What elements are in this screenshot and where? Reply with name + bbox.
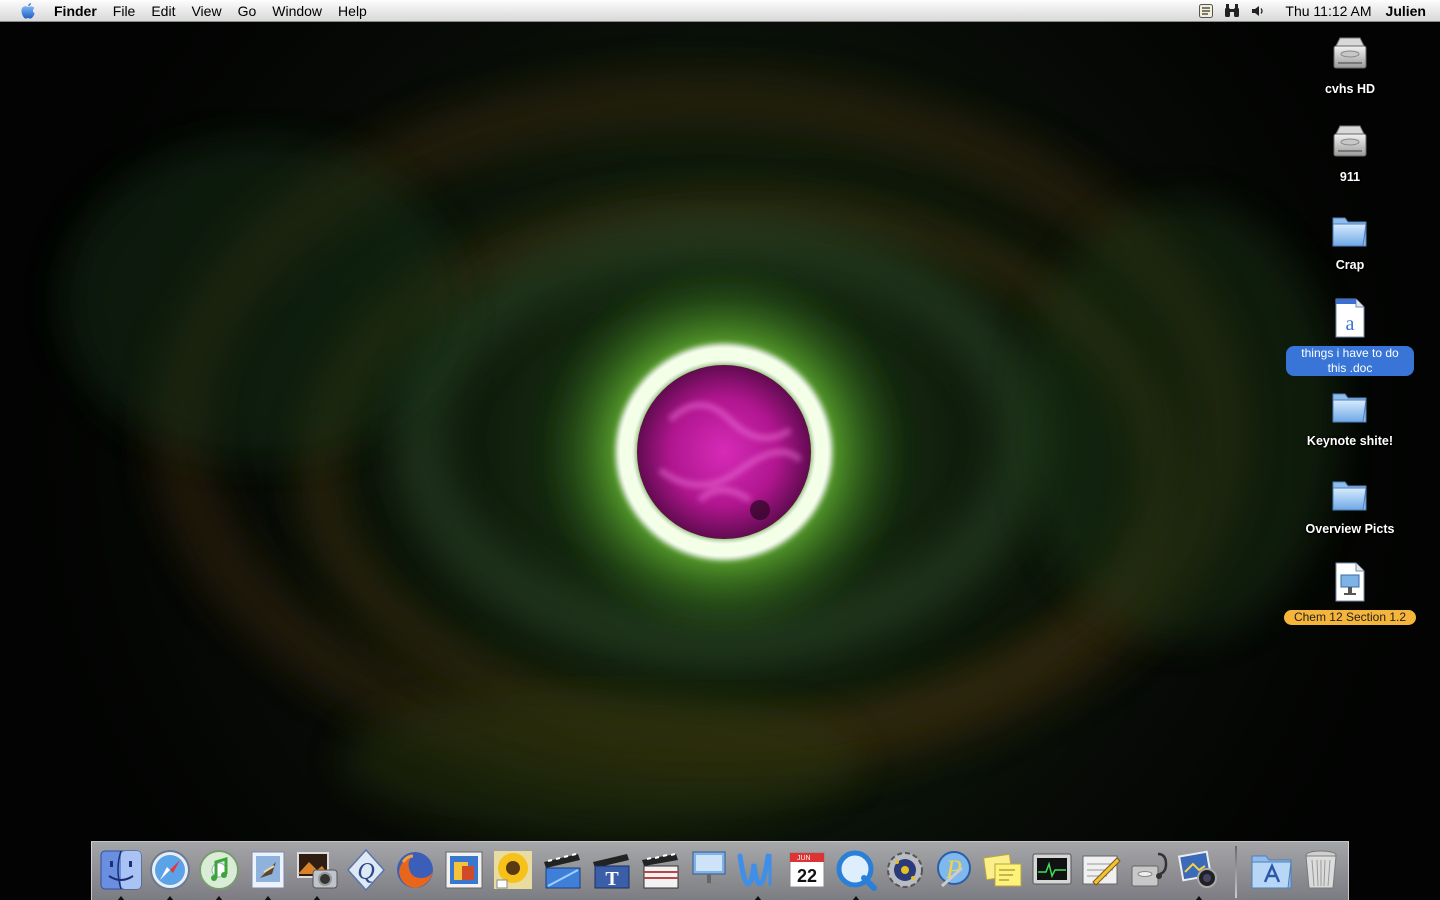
desktop-item-label: Overview Picts [1305,522,1395,536]
menu-app-finder[interactable]: Finder [48,0,105,22]
folder-icon [1326,206,1374,254]
desktop[interactable]: Finder File Edit View Go Window Help Thu… [0,0,1440,900]
script-menu-icon[interactable] [1193,0,1219,22]
safari-icon[interactable] [147,847,193,900]
quill-icon[interactable]: Q [343,847,389,893]
applications-folder-icon[interactable] [1249,847,1295,893]
desktop-item-label: cvhs HD [1324,82,1376,96]
desktop-item-label: Crap [1335,258,1365,272]
hard-drive-icon [1326,30,1374,78]
quicktime-icon[interactable] [833,847,879,900]
iphoto-icon[interactable] [294,847,340,900]
desktop-item-cvhs-hd[interactable]: cvhs HD [1275,30,1425,97]
desktop-item-label: things i have to do this .doc [1286,346,1414,376]
stickies-icon[interactable] [980,847,1026,893]
dock: Q T JUN 22 P [91,841,1349,900]
text-edit-icon[interactable]: T [588,847,634,893]
calendar-icon[interactable]: JUN 22 [784,847,830,893]
running-indicator [754,896,762,900]
dock-separator [1235,846,1237,898]
mail-icon[interactable] [245,847,291,900]
menu-window[interactable]: Window [264,0,330,22]
svg-text:a: a [1346,313,1355,335]
pencil-notepad-icon[interactable] [1078,847,1124,893]
desktop-item-911[interactable]: 911 [1275,118,1425,185]
firefox-icon[interactable] [392,847,438,893]
svg-text:T: T [605,868,619,890]
running-indicator [264,896,272,900]
apple-logo-icon[interactable] [8,0,48,22]
binoculars-icon[interactable] [1219,0,1245,22]
activity-monitor-icon[interactable] [1029,847,1075,893]
desktop-item-keynote-folder[interactable]: Keynote shite! [1275,382,1425,449]
imovie-icon[interactable] [539,847,585,893]
desktop-item-label: 911 [1339,170,1361,184]
wallpaper [0,0,1440,900]
desktop-item-crap-folder[interactable]: Crap [1275,206,1425,273]
disk-utility-icon[interactable] [1127,847,1173,893]
menubar-clock[interactable]: Thu 11:12 AM [1271,3,1379,19]
running-indicator [313,896,321,900]
running-indicator [1195,896,1203,900]
sunflower-icon[interactable] [490,847,536,893]
menu-extras: Thu 11:12 AM Julien [1193,0,1440,22]
menubar-user[interactable]: Julien [1380,3,1426,19]
running-indicator [117,896,125,900]
keynote-document-icon [1326,558,1374,606]
menu-go[interactable]: Go [230,0,265,22]
folder-icon [1326,382,1374,430]
script-editor-icon[interactable]: P [931,847,977,893]
desktop-item-things-doc[interactable]: a things i have to do this .doc [1275,294,1425,376]
menu-help[interactable]: Help [330,0,375,22]
menu-edit[interactable]: Edit [143,0,183,22]
running-indicator [852,896,860,900]
menu-bar: Finder File Edit View Go Window Help Thu… [0,0,1440,22]
word-document-icon: a [1326,294,1374,342]
itunes-icon[interactable] [196,847,242,900]
preview-icon[interactable] [441,847,487,893]
desktop-item-chem-keynote[interactable]: Chem 12 Section 1.2 [1275,558,1425,625]
clapperboard-icon[interactable] [637,847,683,893]
finder-icon[interactable] [98,847,144,900]
trash-icon[interactable] [1298,847,1344,893]
word-icon[interactable] [735,847,781,900]
calendar-day: 22 [797,866,817,886]
system-preferences-icon[interactable] [882,847,928,893]
menu-view[interactable]: View [183,0,229,22]
keynote-icon[interactable] [686,847,732,893]
menu-file[interactable]: File [105,0,144,22]
hard-drive-icon [1326,118,1374,166]
desktop-item-label: Chem 12 Section 1.2 [1283,610,1417,625]
desktop-item-overview-picts-folder[interactable]: Overview Picts [1275,470,1425,537]
calendar-month: JUN [797,855,811,862]
desktop-item-label: Keynote shite! [1306,434,1394,448]
folder-icon [1326,470,1374,518]
volume-icon[interactable] [1245,0,1271,22]
running-indicator [166,896,174,900]
running-indicator [215,896,223,900]
image-capture-icon[interactable] [1176,847,1222,900]
svg-text:Q: Q [357,859,374,885]
